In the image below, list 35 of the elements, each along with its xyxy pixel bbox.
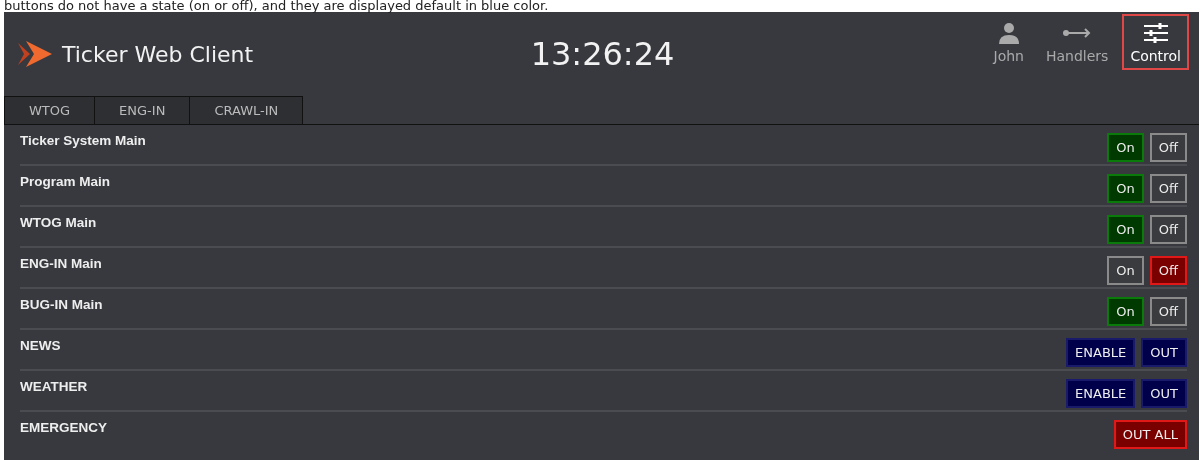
tab[interactable]: CRAWL-IN bbox=[189, 96, 304, 124]
toggle-button[interactable]: Off bbox=[1149, 174, 1187, 203]
toggle-button[interactable]: Off bbox=[1149, 215, 1187, 244]
row-label: WTOG Main bbox=[20, 214, 97, 230]
row-label: ENG-IN Main bbox=[20, 255, 102, 271]
action-button[interactable]: ENABLE bbox=[1066, 379, 1136, 408]
nav-button[interactable]: Control bbox=[1122, 14, 1189, 70]
nav-button[interactable]: Handlers bbox=[1037, 14, 1117, 70]
row-label: EMERGENCY bbox=[20, 419, 107, 435]
toggle-button[interactable]: On bbox=[1107, 133, 1144, 162]
row-label: BUG-IN Main bbox=[20, 296, 103, 312]
row-label: Ticker System Main bbox=[20, 132, 146, 148]
arrow-logo-icon bbox=[16, 39, 54, 69]
clock: 13:26:24 bbox=[530, 35, 675, 73]
action-button[interactable]: OUT bbox=[1141, 338, 1187, 367]
row-label: NEWS bbox=[20, 337, 61, 353]
tab[interactable]: ENG-IN bbox=[94, 96, 191, 124]
toggle-button[interactable]: On bbox=[1107, 215, 1144, 244]
toggle-button[interactable]: On bbox=[1107, 256, 1144, 285]
toggle-button[interactable]: Off bbox=[1149, 133, 1187, 162]
app-title: Ticker Web Client bbox=[62, 41, 254, 67]
row-label: Program Main bbox=[20, 173, 111, 189]
action-button[interactable]: OUT bbox=[1141, 379, 1187, 408]
caption-text: buttons do not have a state (on or off), and they are displayed default in blue color. bbox=[3, 0, 550, 12]
toggle-button[interactable]: Off bbox=[1149, 297, 1187, 326]
action-button[interactable]: ENABLE bbox=[1066, 338, 1136, 367]
toggle-button[interactable]: Off bbox=[1149, 256, 1187, 285]
toggle-button[interactable]: On bbox=[1107, 174, 1144, 203]
tab[interactable]: WTOG bbox=[4, 96, 96, 124]
toggle-button[interactable]: On bbox=[1107, 297, 1144, 326]
nav-button[interactable]: John bbox=[985, 14, 1032, 70]
person-icon bbox=[997, 22, 1020, 44]
row-label: WEATHER bbox=[20, 378, 88, 394]
action-button[interactable]: OUT ALL bbox=[1113, 420, 1187, 449]
sliders-icon bbox=[1142, 22, 1169, 44]
